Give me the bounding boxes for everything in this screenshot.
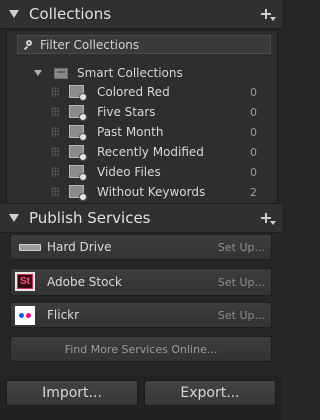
collection-item-colored-red[interactable]: Colored Red 0: [7, 82, 277, 102]
collapse-triangle-icon[interactable]: [9, 10, 19, 18]
import-button[interactable]: Import...: [6, 380, 138, 406]
setup-link[interactable]: Set Up...: [218, 309, 265, 322]
service-hard-drive[interactable]: Hard Drive Set Up...: [10, 234, 272, 260]
service-flickr[interactable]: Flickr Set Up...: [10, 302, 272, 328]
collection-item-without-keywords[interactable]: Without Keywords 2: [7, 182, 277, 202]
publish-services-title: Publish Services: [29, 209, 151, 227]
collection-item-recently-modified[interactable]: Recently Modified 0: [7, 142, 277, 162]
drag-handle-icon: [51, 127, 59, 137]
smart-collection-icon: [69, 145, 87, 161]
collapse-triangle-icon[interactable]: [9, 214, 19, 222]
collection-item-five-stars[interactable]: Five Stars 0: [7, 102, 277, 122]
search-icon: [24, 39, 34, 50]
footer-bar: Import... Export...: [0, 376, 282, 420]
smart-collection-icon: [69, 185, 87, 201]
publish-services-header[interactable]: Publish Services: [0, 204, 282, 233]
collection-count: 0: [250, 105, 257, 119]
drag-handle-icon: [51, 187, 59, 197]
add-collection-icon[interactable]: [258, 6, 276, 22]
publish-services-panel: Hard Drive Set Up... St Adobe Stock Set …: [6, 234, 276, 368]
collection-label: Recently Modified: [97, 145, 204, 159]
filter-placeholder: Filter Collections: [40, 37, 140, 52]
collections-panel: Filter Collections Smart Collections Col…: [6, 30, 278, 204]
service-name: Hard Drive: [47, 240, 112, 254]
collection-count: 0: [250, 165, 257, 179]
smart-collections-label: Smart Collections: [77, 66, 183, 80]
adobe-stock-icon: St: [15, 272, 35, 291]
drag-handle-icon: [51, 147, 59, 157]
smart-collections-folder[interactable]: Smart Collections: [7, 64, 277, 82]
collection-count: 0: [250, 85, 257, 99]
service-name: Flickr: [47, 308, 80, 322]
smart-collection-icon: [69, 125, 87, 141]
service-name: Adobe Stock: [47, 275, 122, 289]
flickr-icon: [15, 306, 35, 325]
setup-link[interactable]: Set Up...: [218, 241, 265, 254]
collection-label: Without Keywords: [97, 185, 206, 199]
collection-item-past-month[interactable]: Past Month 0: [7, 122, 277, 142]
collection-label: Five Stars: [97, 105, 156, 119]
collections-header[interactable]: Collections: [0, 0, 282, 29]
collection-label: Colored Red: [97, 85, 170, 99]
collection-count: 2: [250, 185, 257, 199]
collection-label: Past Month: [97, 125, 164, 139]
drag-handle-icon: [51, 107, 59, 117]
smart-collection-set-icon: [54, 67, 68, 79]
filter-collections-input[interactable]: Filter Collections: [17, 35, 271, 54]
find-more-label: Find More Services Online...: [64, 342, 218, 356]
collection-count: 0: [250, 145, 257, 159]
find-more-services-button[interactable]: Find More Services Online...: [10, 336, 272, 362]
smart-collection-icon: [69, 105, 87, 121]
drag-handle-icon: [51, 167, 59, 177]
collection-count: 0: [250, 125, 257, 139]
drag-handle-icon: [51, 87, 59, 97]
expand-triangle-icon[interactable]: [34, 70, 42, 76]
service-adobe-stock[interactable]: St Adobe Stock Set Up...: [10, 268, 272, 296]
smart-collection-icon: [69, 165, 87, 181]
export-button[interactable]: Export...: [144, 380, 276, 406]
add-publish-service-icon[interactable]: [258, 210, 276, 226]
collection-label: Video Files: [97, 165, 161, 179]
collections-title: Collections: [29, 5, 112, 23]
setup-link[interactable]: Set Up...: [218, 276, 265, 289]
hard-drive-icon: [19, 244, 41, 251]
smart-collection-icon: [69, 85, 87, 101]
collection-item-video-files[interactable]: Video Files 0: [7, 162, 277, 182]
